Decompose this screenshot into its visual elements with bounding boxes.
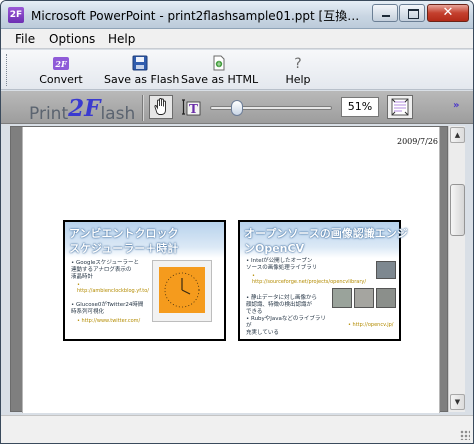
status-bar [1, 415, 473, 443]
help-label: Help [285, 73, 311, 86]
toolbar-grip[interactable] [6, 54, 9, 86]
print2flash-logo: Print2Flash [29, 95, 135, 124]
zoom-slider-track[interactable] [210, 106, 332, 110]
clock-photo [152, 260, 212, 322]
logo-text-lash: lash [100, 104, 136, 124]
logo-text-2f: 2F [68, 95, 101, 122]
slide-bullet: • 静止データに対し画像から 顔認識、特徴の検出認識が できる [246, 295, 317, 315]
convert-icon: 2F [53, 57, 69, 70]
slide-link: • http://ambienclockblog.yf.to/ [77, 282, 149, 294]
pan-tool-button[interactable] [149, 95, 173, 119]
resize-grip-icon[interactable] [460, 430, 470, 440]
logo-text-print: Print [29, 104, 69, 124]
html-page-icon [213, 55, 225, 71]
document-viewport[interactable]: 2009/7/26 アンビエントクロック スケジューラー＋時計 • Google… [10, 126, 448, 413]
cactus-match-image [376, 288, 396, 308]
title-bar: 2F Microsoft PowerPoint - print2flashsam… [1, 1, 473, 29]
close-icon: ✕ [442, 5, 454, 20]
scroll-down-icon[interactable]: ▼ [450, 394, 465, 410]
document-page: 2009/7/26 アンビエントクロック スケジューラー＋時計 • Google… [22, 127, 440, 413]
minimize-button[interactable] [372, 4, 398, 22]
convert-label: Convert [39, 73, 83, 86]
slide-title-line1: アンビエントクロック [69, 227, 179, 240]
text-cursor-icon: T [182, 99, 201, 116]
slide-link: • http://opencv.jp/ [348, 322, 394, 328]
slide-bullet: • Googleスケジューラーと 連動するアナログ表示の 液晶時計 [71, 260, 140, 280]
scroll-thumb[interactable] [450, 184, 465, 236]
vertical-scrollbar[interactable]: ▲ ▼ [448, 126, 465, 412]
close-button[interactable]: ✕ [427, 4, 469, 22]
slide-link: • http://sourceforge.net/projects/opencv… [252, 273, 367, 285]
text-select-tool-button[interactable]: T [180, 96, 202, 118]
svg-text:2F: 2F [54, 59, 68, 69]
slide-title-line2: スケジューラー＋時計 [69, 242, 179, 255]
viewer-toolbar: Print2Flash T 51% » [1, 91, 473, 124]
maximize-button[interactable] [399, 4, 425, 22]
toolbar-separator [142, 95, 144, 121]
window-title: Microsoft PowerPoint - print2flashsample… [31, 9, 367, 23]
app-window: 2F Microsoft PowerPoint - print2flashsam… [0, 0, 474, 444]
question-icon: ? [294, 56, 301, 71]
slide-title-line1: オープンソースの画像認識エンジ [244, 227, 408, 240]
convert-button[interactable]: 2F Convert [31, 52, 91, 88]
clock-face [159, 267, 205, 313]
save-as-flash-label: Save as Flash [104, 73, 180, 86]
slide-thumbnail-2: オープンソースの画像認識エンジ ンOpenCV • Intelが公開したオープン… [238, 220, 408, 341]
svg-text:T: T [189, 102, 198, 116]
zoom-level-field[interactable]: 51% [341, 97, 379, 117]
zoom-slider-thumb[interactable] [231, 100, 243, 116]
save-as-flash-button[interactable]: Save as Flash [104, 52, 180, 88]
face-detection-image [376, 261, 396, 279]
cactus-image [332, 288, 352, 308]
menu-bar: File Options Help [1, 29, 473, 49]
page-date: 2009/7/26 [397, 137, 439, 146]
fit-page-icon [391, 98, 409, 116]
scroll-up-icon[interactable]: ▲ [450, 127, 465, 143]
svg-text:?: ? [294, 56, 301, 71]
save-as-html-label: Save as HTML [181, 73, 259, 86]
slide-title-line2: ンOpenCV [244, 242, 305, 255]
clock-dial-icon [164, 272, 200, 308]
fit-page-button[interactable] [387, 95, 413, 119]
print2flash-app-icon: 2F [8, 7, 24, 23]
slide-bullet: • Intelが公開したオープン ソースの画像処理ライブラリ [246, 258, 318, 271]
menu-help[interactable]: Help [108, 31, 135, 47]
hand-icon [154, 98, 166, 115]
floppy-icon [132, 55, 148, 71]
main-toolbar: 2F Convert Save as Flash Save as HTML ? [1, 50, 473, 90]
slide-thumbnail-1: アンビエントクロック スケジューラー＋時計 • Googleスケジューラーと 連… [63, 220, 226, 341]
slide-link: • http://www.twitter.com/ [77, 318, 141, 324]
slide-bullet: • RubyやJavaなどのライブラリが 充実している [246, 316, 326, 336]
help-button[interactable]: ? Help [280, 52, 316, 88]
slide-bullet: • Glucose0がTwitter24時間 時系列可視化 [71, 302, 144, 315]
menu-options[interactable]: Options [49, 31, 95, 47]
toolbar-overflow-chevron-icon[interactable]: » [453, 99, 467, 113]
save-as-html-button[interactable]: Save as HTML [181, 52, 259, 88]
menu-file[interactable]: File [15, 31, 35, 47]
feature-detection-image [354, 288, 374, 308]
